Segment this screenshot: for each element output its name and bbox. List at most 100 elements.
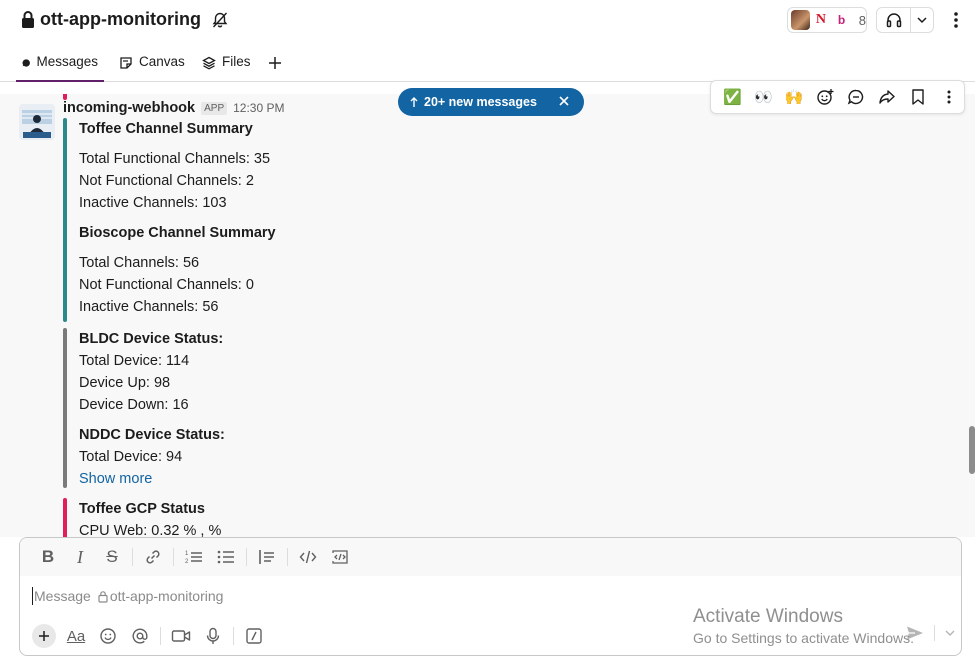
plus-icon xyxy=(269,57,281,69)
new-messages-pill[interactable]: 20+ new messages xyxy=(398,88,584,116)
attachment-title: Toffee GCP Status xyxy=(79,501,205,517)
mention-icon[interactable] xyxy=(124,622,156,650)
channel-tabs: Messages Canvas Files xyxy=(0,42,975,82)
formatting-toggle-button[interactable]: Aa xyxy=(60,622,92,650)
ordered-list-icon[interactable]: 12 xyxy=(178,543,210,571)
divider xyxy=(934,625,935,641)
avatar: b xyxy=(832,10,851,30)
reaction-check-button[interactable]: ✅ xyxy=(717,82,748,112)
bot-avatar[interactable] xyxy=(19,104,55,140)
lock-icon xyxy=(98,590,108,603)
sender-name[interactable]: incoming-webhook xyxy=(63,100,195,116)
message-composer: B I S 12 Message ott-app-monitoring Aa xyxy=(19,537,962,656)
canvas-icon xyxy=(120,57,132,69)
attachment-line: Total Device: 94 xyxy=(79,449,183,465)
code-icon[interactable] xyxy=(292,543,324,571)
composer-actions: Aa xyxy=(28,622,270,650)
attachment-line: Total Device: 114 xyxy=(79,353,190,369)
tab-messages[interactable]: Messages xyxy=(16,52,104,82)
close-icon[interactable] xyxy=(558,95,570,107)
more-actions-icon[interactable] xyxy=(933,82,964,112)
add-tab-button[interactable] xyxy=(267,52,283,82)
tab-canvas[interactable]: Canvas xyxy=(119,52,185,82)
attachment-line: Device Down: 16 xyxy=(79,397,189,413)
new-messages-label: 20+ new messages xyxy=(424,95,537,109)
strikethrough-icon[interactable]: S xyxy=(96,543,128,571)
message-timestamp[interactable]: 12:30 PM xyxy=(233,101,284,115)
attachment-line: Not Functional Channels: 2 xyxy=(79,173,254,189)
tab-label: Messages xyxy=(36,54,98,69)
tab-files[interactable]: Files xyxy=(202,52,251,82)
avatar xyxy=(791,10,810,30)
add-reaction-icon[interactable] xyxy=(810,82,841,112)
placeholder-prefix: Message xyxy=(34,588,91,604)
reply-in-thread-icon[interactable] xyxy=(841,82,872,112)
attachment-line: Total Channels: 56 xyxy=(79,255,200,271)
forward-icon[interactable] xyxy=(871,82,902,112)
microphone-icon[interactable] xyxy=(197,622,229,650)
attachment-line: Inactive Channels: 56 xyxy=(79,299,219,315)
tab-label: Files xyxy=(222,54,251,69)
bulleted-list-icon[interactable] xyxy=(210,543,242,571)
attachment-title: NDDC Device Status: xyxy=(79,427,225,443)
attachment-gcp-status: Toffee GCP Status CPU Web: 0.32 % , % xyxy=(63,498,563,537)
formatting-toolbar: B I S 12 xyxy=(20,538,961,576)
channel-title[interactable]: ott-app-monitoring xyxy=(20,9,229,30)
code-block-icon[interactable] xyxy=(324,543,356,571)
divider xyxy=(132,548,133,566)
italic-icon[interactable]: I xyxy=(64,543,96,571)
svg-text:2: 2 xyxy=(185,559,189,565)
attachment-color-bar xyxy=(63,118,67,322)
divider xyxy=(233,627,234,645)
link-icon[interactable] xyxy=(137,543,169,571)
blockquote-icon[interactable] xyxy=(251,543,283,571)
svg-text:1: 1 xyxy=(185,551,189,557)
headphones-icon[interactable] xyxy=(877,8,911,32)
divider xyxy=(173,548,174,566)
divider xyxy=(160,627,161,645)
text-format-icon: Aa xyxy=(66,627,86,645)
message-icon xyxy=(22,59,30,67)
channel-name: ott-app-monitoring xyxy=(40,9,201,29)
attachment-title: BLDC Device Status: xyxy=(79,331,224,347)
video-clip-icon[interactable] xyxy=(165,622,197,650)
app-badge: APP xyxy=(201,101,228,115)
reaction-raised-hands-button[interactable]: 🙌 xyxy=(779,82,810,112)
lock-icon xyxy=(22,10,34,28)
arrow-up-icon xyxy=(410,96,418,107)
message-list[interactable]: incoming-webhook APP 12:30 PM Toffee Cha… xyxy=(0,94,975,537)
send-controls xyxy=(906,625,955,641)
attach-button[interactable] xyxy=(28,622,60,650)
reaction-eyes-button[interactable]: 👀 xyxy=(748,82,779,112)
attachment-channel-summary: Toffee Channel Summary Total Functional … xyxy=(63,118,563,322)
attachment-line: CPU Web: 0.32 % , % xyxy=(79,523,222,537)
bookmark-icon[interactable] xyxy=(902,82,933,112)
message-actions-toolbar: ✅ 👀 🙌 xyxy=(710,80,965,114)
attachment-title: Toffee Channel Summary xyxy=(79,121,253,137)
message-header: incoming-webhook APP 12:30 PM xyxy=(63,100,285,116)
scrollbar-thumb[interactable] xyxy=(969,426,975,474)
placeholder-channel: ott-app-monitoring xyxy=(109,588,224,604)
divider xyxy=(246,548,247,566)
more-vertical-icon[interactable] xyxy=(951,10,961,30)
slash-command-icon[interactable] xyxy=(238,622,270,650)
muted-bell-icon[interactable] xyxy=(211,11,229,29)
bold-icon[interactable]: B xyxy=(32,543,64,571)
text-caret xyxy=(32,587,33,605)
member-count: 8 xyxy=(858,12,867,28)
attachment-color-bar xyxy=(63,328,67,488)
schedule-chevron-icon[interactable] xyxy=(945,629,955,637)
tab-label: Canvas xyxy=(139,54,185,69)
attachment-color-bar xyxy=(63,498,67,537)
message-input[interactable]: Message ott-app-monitoring xyxy=(32,586,223,606)
attachment-title: Bioscope Channel Summary xyxy=(79,225,276,241)
avatar: N xyxy=(811,10,831,30)
plus-icon xyxy=(32,624,56,648)
attachment-line: Not Functional Channels: 0 xyxy=(79,277,254,293)
huddle-button[interactable] xyxy=(876,7,934,33)
send-icon[interactable] xyxy=(906,625,924,641)
emoji-icon[interactable] xyxy=(92,622,124,650)
members-button[interactable]: N b 8 xyxy=(787,7,867,33)
show-more-link[interactable]: Show more xyxy=(79,468,563,490)
chevron-down-icon[interactable] xyxy=(911,16,933,24)
